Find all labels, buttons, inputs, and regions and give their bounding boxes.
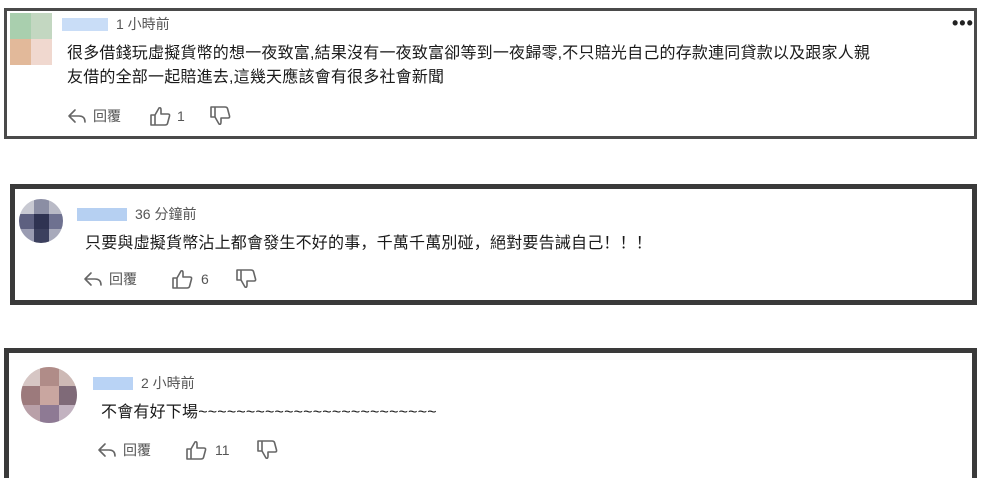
username-blurred[interactable] bbox=[77, 207, 127, 221]
reply-button[interactable]: 回覆 bbox=[83, 269, 137, 289]
reply-arrow-icon bbox=[83, 271, 103, 287]
thumbs-up-icon bbox=[171, 269, 193, 289]
comment-text-line: 很多借錢玩虛擬貨幣的想一夜致富,結果沒有一夜致富卻等到一夜歸零,不只賠光自己的存… bbox=[67, 45, 871, 62]
username-blurred[interactable] bbox=[62, 17, 108, 31]
comment-card: 1 小時前 ••• 很多借錢玩虛擬貨幣的想一夜致富,結果沒有一夜致富卻等到一夜歸… bbox=[4, 8, 977, 139]
comment-card: 36 分鐘前 只要與虛擬貨幣沾上都會發生不好的事，千萬千萬別碰，絕對要告誡自己！… bbox=[10, 184, 977, 305]
like-count: 1 bbox=[177, 108, 185, 124]
more-options-icon[interactable]: ••• bbox=[952, 13, 974, 34]
avatar[interactable] bbox=[19, 199, 63, 243]
dislike-button[interactable] bbox=[235, 269, 257, 289]
username-blurred[interactable] bbox=[93, 376, 133, 390]
like-count: 11 bbox=[215, 442, 230, 458]
thumbs-up-icon bbox=[185, 440, 207, 460]
avatar[interactable] bbox=[10, 13, 52, 65]
reply-button[interactable]: 回覆 bbox=[97, 440, 151, 460]
reply-arrow-icon bbox=[97, 442, 117, 458]
thumbs-up-icon bbox=[149, 106, 171, 126]
reply-label: 回覆 bbox=[123, 442, 151, 458]
reply-arrow-icon bbox=[67, 108, 87, 124]
thumbs-down-icon bbox=[235, 269, 257, 289]
dislike-button[interactable] bbox=[256, 440, 278, 460]
comment-text: 很多借錢玩虛擬貨幣的想一夜致富,結果沒有一夜致富卻等到一夜歸零,不只賠光自己的存… bbox=[67, 42, 972, 90]
dislike-button[interactable] bbox=[209, 106, 231, 126]
reply-label: 回覆 bbox=[93, 108, 121, 124]
like-count: 6 bbox=[201, 271, 209, 287]
comment-timestamp: 2 小時前 bbox=[141, 375, 195, 391]
thumbs-down-icon bbox=[256, 440, 278, 460]
avatar[interactable] bbox=[21, 367, 77, 423]
like-button[interactable]: 1 bbox=[149, 106, 185, 126]
like-button[interactable]: 11 bbox=[185, 440, 230, 460]
reply-button[interactable]: 回覆 bbox=[67, 106, 121, 126]
comment-timestamp: 36 分鐘前 bbox=[135, 206, 197, 222]
like-button[interactable]: 6 bbox=[171, 269, 209, 289]
thumbs-down-icon bbox=[209, 106, 231, 126]
comment-text: 只要與虛擬貨幣沾上都會發生不好的事，千萬千萬別碰，絕對要告誡自己！！！ bbox=[85, 235, 653, 252]
comment-timestamp: 1 小時前 bbox=[116, 16, 170, 32]
reply-label: 回覆 bbox=[109, 271, 137, 287]
comment-card: 2 小時前 不會有好下場~~~~~~~~~~~~~~~~~~~~~~~~~ 回覆… bbox=[4, 348, 977, 478]
comment-text: 不會有好下場~~~~~~~~~~~~~~~~~~~~~~~~~ bbox=[101, 404, 437, 421]
comment-text-line: 友借的全部一起賠進去,這幾天應該會有很多社會新聞 bbox=[67, 69, 445, 86]
